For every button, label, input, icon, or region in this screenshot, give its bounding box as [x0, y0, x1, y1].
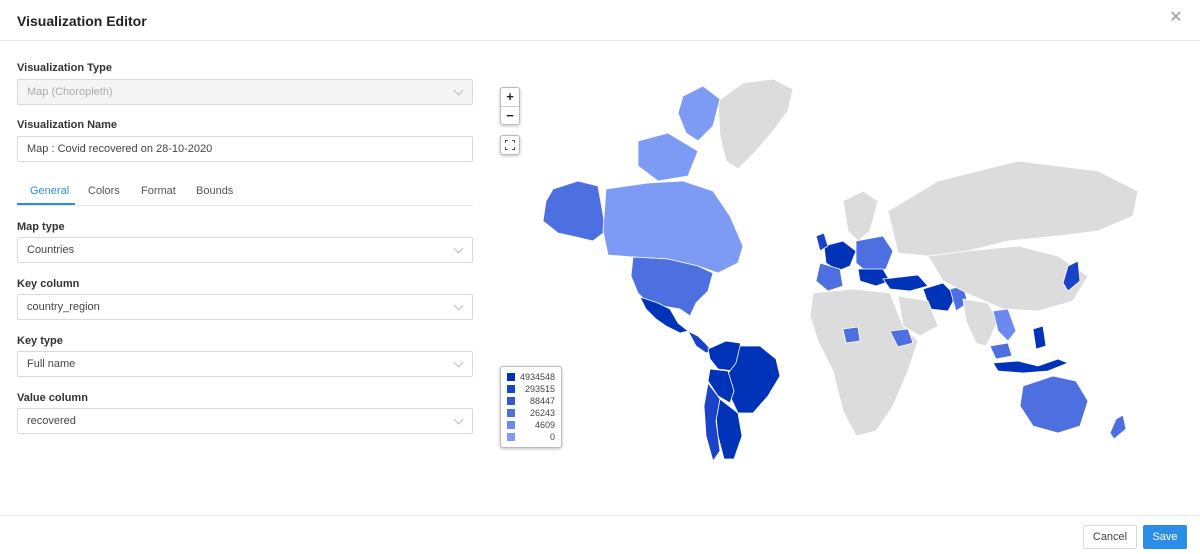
- legend-swatch: [507, 397, 515, 405]
- country-malaysia[interactable]: [989, 342, 1013, 360]
- map-type-label: Map type: [17, 221, 65, 233]
- legend-item: 293515: [506, 383, 556, 395]
- fullscreen-button[interactable]: [500, 135, 520, 155]
- key-column-label: Key column: [17, 278, 80, 290]
- tab-colors[interactable]: Colors: [88, 185, 120, 197]
- legend-swatch: [507, 409, 515, 417]
- country-scandinavia[interactable]: [842, 190, 879, 242]
- legend-swatch: [507, 421, 515, 429]
- country-greenland[interactable]: [717, 78, 794, 170]
- legend-value: 4934548: [519, 372, 555, 382]
- zoom-out-button[interactable]: −: [501, 106, 519, 124]
- country-india[interactable]: [962, 298, 999, 347]
- legend-value: 293515: [524, 384, 555, 394]
- legend-item: 0: [506, 431, 556, 443]
- legend-item: 26243: [506, 407, 556, 419]
- country-canada-islands-2[interactable]: [637, 132, 699, 182]
- chevron-down-icon: [453, 243, 464, 254]
- legend-swatch: [507, 373, 515, 381]
- viz-name-label: Visualization Name: [17, 119, 118, 131]
- legend-value: 88447: [529, 396, 555, 406]
- country-canada[interactable]: [602, 180, 744, 274]
- cancel-button[interactable]: Cancel: [1083, 525, 1137, 549]
- legend-value: 4609: [534, 420, 555, 430]
- tab-bounds[interactable]: Bounds: [196, 185, 233, 197]
- country-turkey[interactable]: [882, 274, 929, 292]
- fullscreen-icon: [505, 140, 515, 150]
- chevron-down-icon: [453, 414, 464, 425]
- country-new-zealand[interactable]: [1109, 414, 1127, 440]
- dialog-footer: Cancel Save: [0, 515, 1200, 554]
- dialog-header: Visualization Editor ✕: [0, 0, 1200, 41]
- viz-type-select: Map (Choropleth): [17, 79, 473, 105]
- value-column-label: Value column: [17, 392, 88, 404]
- zoom-control: + −: [500, 87, 520, 125]
- value-column-select[interactable]: recovered: [17, 408, 473, 434]
- tab-format[interactable]: Format: [141, 185, 176, 197]
- tab-general[interactable]: General: [30, 185, 69, 197]
- legend-swatch: [507, 433, 515, 441]
- chevron-down-icon: [453, 357, 464, 368]
- map-type-value: Countries: [27, 244, 75, 256]
- viz-type-value: Map (Choropleth): [27, 86, 113, 98]
- country-russia[interactable]: [887, 160, 1139, 257]
- country-usa-alaska[interactable]: [542, 180, 607, 242]
- key-column-value: country_region: [27, 301, 100, 313]
- key-type-select[interactable]: Full name: [17, 351, 473, 377]
- legend-item: 4934548: [506, 371, 556, 383]
- country-australia[interactable]: [1019, 375, 1089, 434]
- country-indonesia[interactable]: [992, 358, 1070, 374]
- country-philippines[interactable]: [1032, 325, 1047, 350]
- visualization-editor-dialog: Visualization Editor ✕ Visualization Typ…: [0, 0, 1200, 554]
- zoom-in-button[interactable]: +: [501, 88, 519, 106]
- viz-type-label: Visualization Type: [17, 62, 112, 74]
- country-eastern-europe[interactable]: [855, 235, 894, 274]
- country-se-asia[interactable]: [992, 308, 1017, 342]
- legend-item: 4609: [506, 419, 556, 431]
- key-type-label: Key type: [17, 335, 63, 347]
- map-type-select[interactable]: Countries: [17, 237, 473, 263]
- active-tab-indicator: [17, 203, 75, 205]
- value-column-value: recovered: [27, 415, 76, 427]
- save-button[interactable]: Save: [1143, 525, 1187, 549]
- key-column-select[interactable]: country_region: [17, 294, 473, 320]
- map-legend: 4934548 293515 88447 26243 4609 0: [500, 366, 562, 448]
- legend-value: 0: [549, 432, 555, 442]
- chevron-down-icon: [453, 85, 464, 96]
- map-preview[interactable]: + − 4934548 293515 88447 26243 4609 0: [498, 41, 1200, 515]
- world-map[interactable]: [498, 41, 1200, 515]
- legend-swatch: [507, 385, 515, 393]
- legend-item: 88447: [506, 395, 556, 407]
- country-nigeria[interactable]: [842, 326, 861, 344]
- chevron-down-icon: [453, 300, 464, 311]
- editor-tabs: General Colors Format Bounds: [17, 180, 473, 206]
- country-canada-islands[interactable]: [677, 85, 721, 142]
- key-type-value: Full name: [27, 358, 76, 370]
- close-icon[interactable]: ✕: [1168, 10, 1184, 26]
- legend-value: 26243: [529, 408, 555, 418]
- country-balkans[interactable]: [857, 268, 891, 287]
- viz-name-input[interactable]: Map : Covid recovered on 28-10-2020: [17, 136, 473, 162]
- dialog-title: Visualization Editor: [17, 13, 147, 29]
- viz-name-value: Map : Covid recovered on 28-10-2020: [27, 143, 213, 155]
